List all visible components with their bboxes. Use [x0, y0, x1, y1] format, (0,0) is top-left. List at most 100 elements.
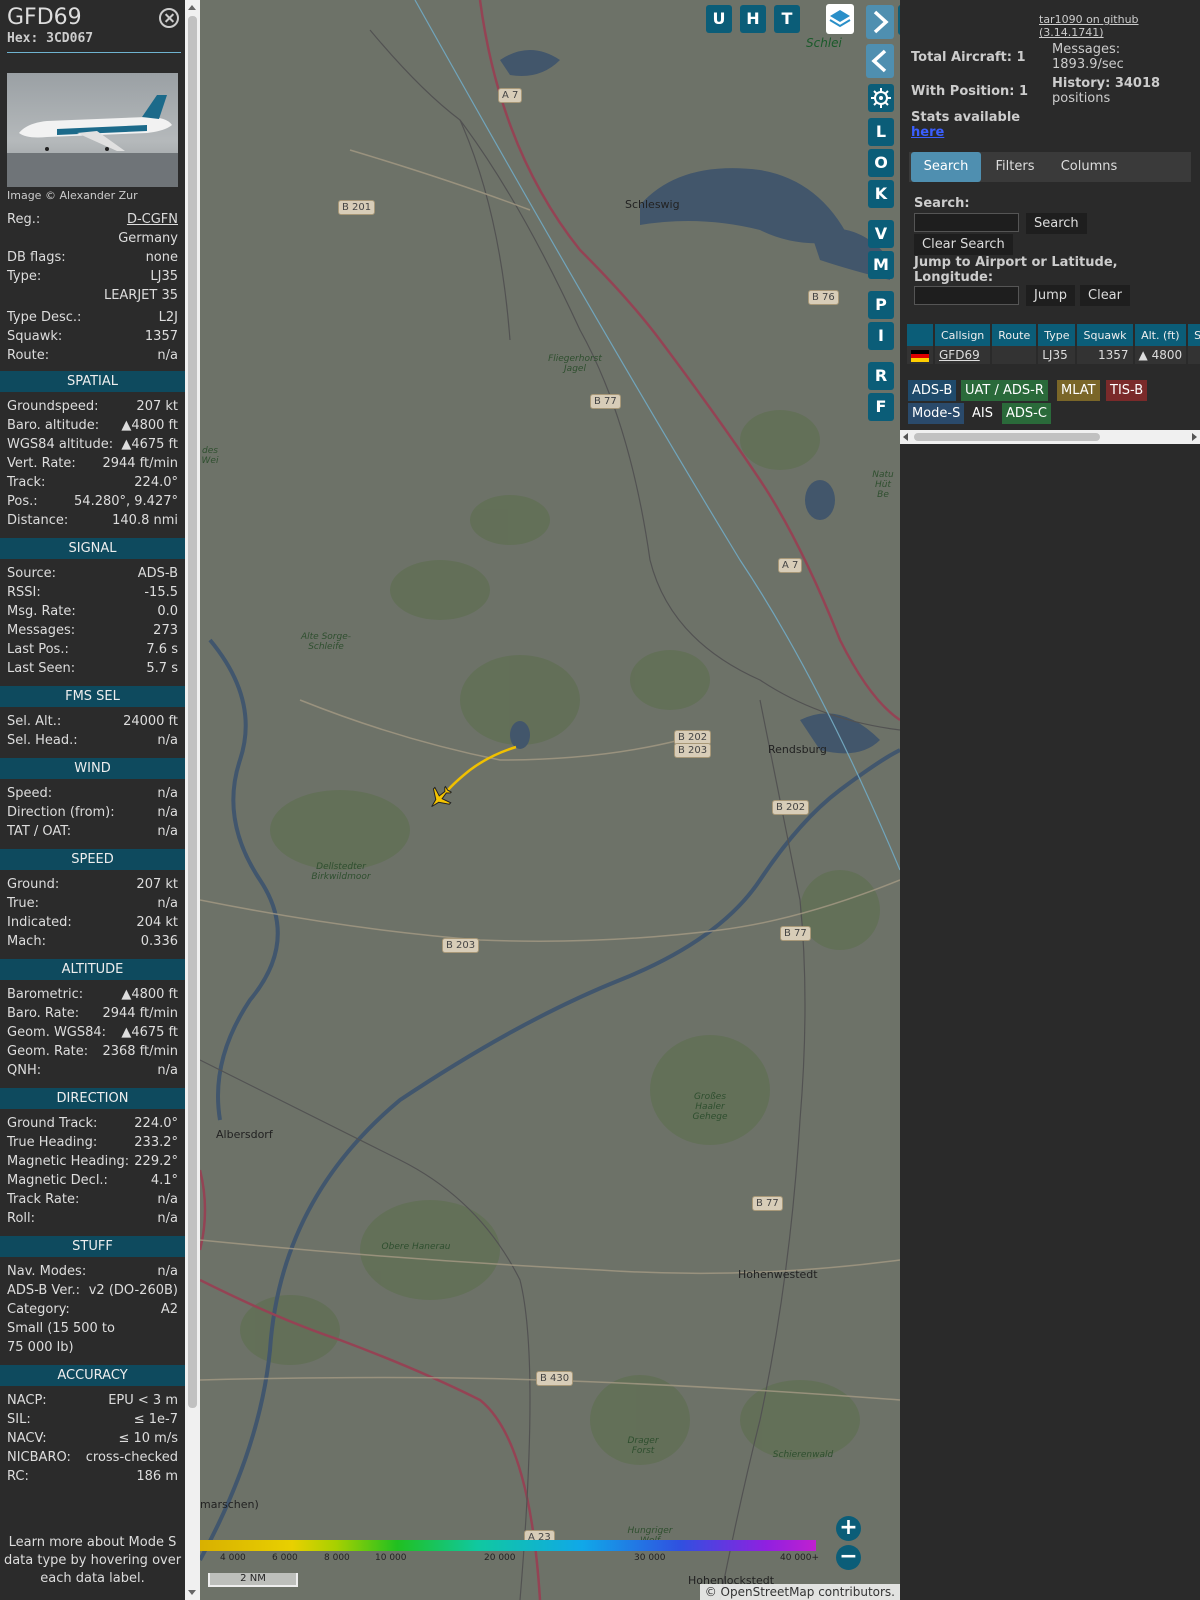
jump-button[interactable]: Jump: [1026, 285, 1075, 306]
info-label: DB flags:: [7, 250, 66, 265]
zoom-in-button[interactable]: +: [836, 1516, 861, 1541]
info-value: 1357: [144, 329, 178, 344]
info-row: NACP: EPU < 3 m: [7, 1393, 178, 1412]
info-row: Groundspeed: 207 kt: [7, 399, 178, 418]
toggle-h-button[interactable]: H: [740, 5, 766, 33]
legend-tick: 20 000: [484, 1553, 516, 1563]
info-label: Ground Track:: [7, 1116, 98, 1131]
info-label: Groundspeed:: [7, 399, 99, 414]
info-row: Sel. Head.: n/a: [7, 733, 178, 752]
panel-tabs: Search Filters Columns: [909, 152, 1191, 182]
info-label: Track:: [7, 475, 46, 490]
source-badge[interactable]: Mode-S: [908, 403, 965, 424]
tab-search[interactable]: Search: [911, 152, 981, 182]
toggle-l-button[interactable]: L: [868, 118, 894, 146]
info-row: Direction (from): n/a: [7, 805, 178, 824]
road-label: B 77: [752, 1196, 783, 1211]
area-label: Drager Forst: [627, 1436, 659, 1456]
toggle-r-button[interactable]: R: [868, 362, 894, 390]
info-row: Last Seen: 5.7 s: [7, 661, 178, 680]
info-value: ≤ 1e-7: [133, 1412, 178, 1427]
source-badge[interactable]: AIS: [968, 403, 997, 424]
github-link[interactable]: tar1090 on github (3.14.1741): [1039, 13, 1200, 39]
search-input[interactable]: [914, 213, 1019, 232]
info-value: L2J: [158, 310, 178, 325]
table-horizontal-scrollbar[interactable]: [900, 430, 1200, 444]
toggle-o-button[interactable]: O: [868, 149, 894, 177]
altitude-color-legend: [200, 1540, 816, 1551]
scroll-right-icon[interactable]: [1192, 433, 1197, 441]
clear-search-button[interactable]: Clear Search: [914, 234, 1013, 255]
info-label: WGS84 altitude:: [7, 437, 114, 452]
expand-panel-button[interactable]: [866, 5, 894, 39]
jump-input[interactable]: [914, 286, 1019, 305]
layers-icon[interactable]: [826, 4, 854, 34]
info-row: WGS84 altitude: ▲4675 ft: [7, 437, 178, 456]
info-value: n/a: [157, 1211, 178, 1226]
water-label: Schlei: [806, 36, 842, 50]
scrollbar-thumb[interactable]: [914, 433, 1100, 441]
search-button[interactable]: Search: [1026, 213, 1087, 234]
tab-columns[interactable]: Columns: [1049, 152, 1129, 182]
column-header[interactable]: Route: [991, 324, 1039, 346]
scrollbar-thumb[interactable]: [188, 16, 197, 1408]
clear-button[interactable]: Clear: [1080, 285, 1130, 306]
toggle-i-button[interactable]: I: [868, 322, 894, 350]
toggle-v-button[interactable]: V: [868, 220, 894, 248]
column-header[interactable]: Spd: [1187, 324, 1200, 346]
toggle-k-button[interactable]: K: [868, 180, 894, 208]
info-value: 207 kt: [136, 877, 178, 892]
aircraft-photo[interactable]: [7, 73, 178, 187]
source-badge[interactable]: ADS-C: [1002, 403, 1051, 424]
scroll-up-icon[interactable]: [188, 5, 196, 10]
info-value: 0.336: [140, 934, 178, 949]
tab-filters[interactable]: Filters: [987, 152, 1043, 182]
settings-button[interactable]: [868, 84, 894, 112]
toggle-u-button[interactable]: U: [706, 5, 732, 33]
total-aircraft: Total Aircraft: 1: [911, 50, 1026, 65]
source-badge[interactable]: UAT / ADS-R: [961, 380, 1048, 401]
map-view[interactable]: Schleswig Rendsburg Albersdorf Hohenwest…: [200, 0, 900, 1600]
info-row: Distance: 140.8 nmi: [7, 513, 178, 532]
source-badge[interactable]: MLAT: [1057, 380, 1100, 401]
speed-cell: [1187, 346, 1200, 364]
scroll-down-icon[interactable]: [188, 1590, 196, 1595]
info-row: Track: 224.0°: [7, 475, 178, 494]
section-header: SPATIAL: [0, 371, 185, 392]
info-value: n/a: [157, 824, 178, 839]
column-header[interactable]: Callsign: [934, 324, 993, 346]
info-label: Type:: [7, 269, 42, 284]
road-label: A 7: [778, 558, 803, 573]
info-value: 54.280°, 9.427°: [74, 494, 178, 509]
registration-link[interactable]: D-CGFN: [127, 212, 178, 227]
scroll-left-icon[interactable]: [903, 433, 908, 441]
source-badge[interactable]: ADS-B: [908, 380, 957, 401]
info-label: True:: [7, 896, 39, 911]
info-value: n/a: [157, 896, 178, 911]
aircraft-table: CallsignRouteTypeSquawkAlt. (ft)Spd GFD6…: [907, 324, 1200, 364]
toggle-p-button[interactable]: P: [868, 291, 894, 319]
column-header[interactable]: Type: [1037, 324, 1078, 346]
table-row[interactable]: GFD69 LJ35 1357 ▲ 4800: [907, 346, 1200, 364]
section-header: ALTITUDE: [0, 959, 185, 980]
stats-panel: tar1090 on github (3.14.1741) Total Airc…: [900, 0, 1200, 1600]
stats-here-link[interactable]: here: [911, 125, 944, 140]
toggle-t-button[interactable]: T: [774, 5, 800, 33]
collapse-panel-button[interactable]: [866, 44, 894, 78]
info-row: True: n/a: [7, 896, 178, 915]
info-panel-scrollbar[interactable]: [185, 0, 200, 1600]
column-header[interactable]: Squawk: [1076, 324, 1135, 346]
source-badge[interactable]: TIS-B: [1106, 380, 1148, 401]
aircraft-info-panel: GFD69 Hex: 3CD067 Image © Alexander Zur …: [0, 0, 185, 1600]
toggle-f-button[interactable]: F: [868, 393, 894, 421]
info-value: 140.8 nmi: [112, 513, 178, 528]
close-icon[interactable]: [159, 8, 179, 28]
info-row: Baro. altitude: ▲4800 ft: [7, 418, 178, 437]
zoom-out-button[interactable]: −: [836, 1545, 861, 1570]
toggle-m-button[interactable]: M: [868, 251, 894, 279]
map-attribution[interactable]: © OpenStreetMap contributors.: [699, 1584, 900, 1600]
column-header[interactable]: Alt. (ft): [1133, 324, 1189, 346]
column-header[interactable]: [907, 324, 935, 346]
callsign-cell[interactable]: GFD69: [934, 346, 993, 364]
info-row: Nav. Modes: n/a: [7, 1264, 178, 1283]
